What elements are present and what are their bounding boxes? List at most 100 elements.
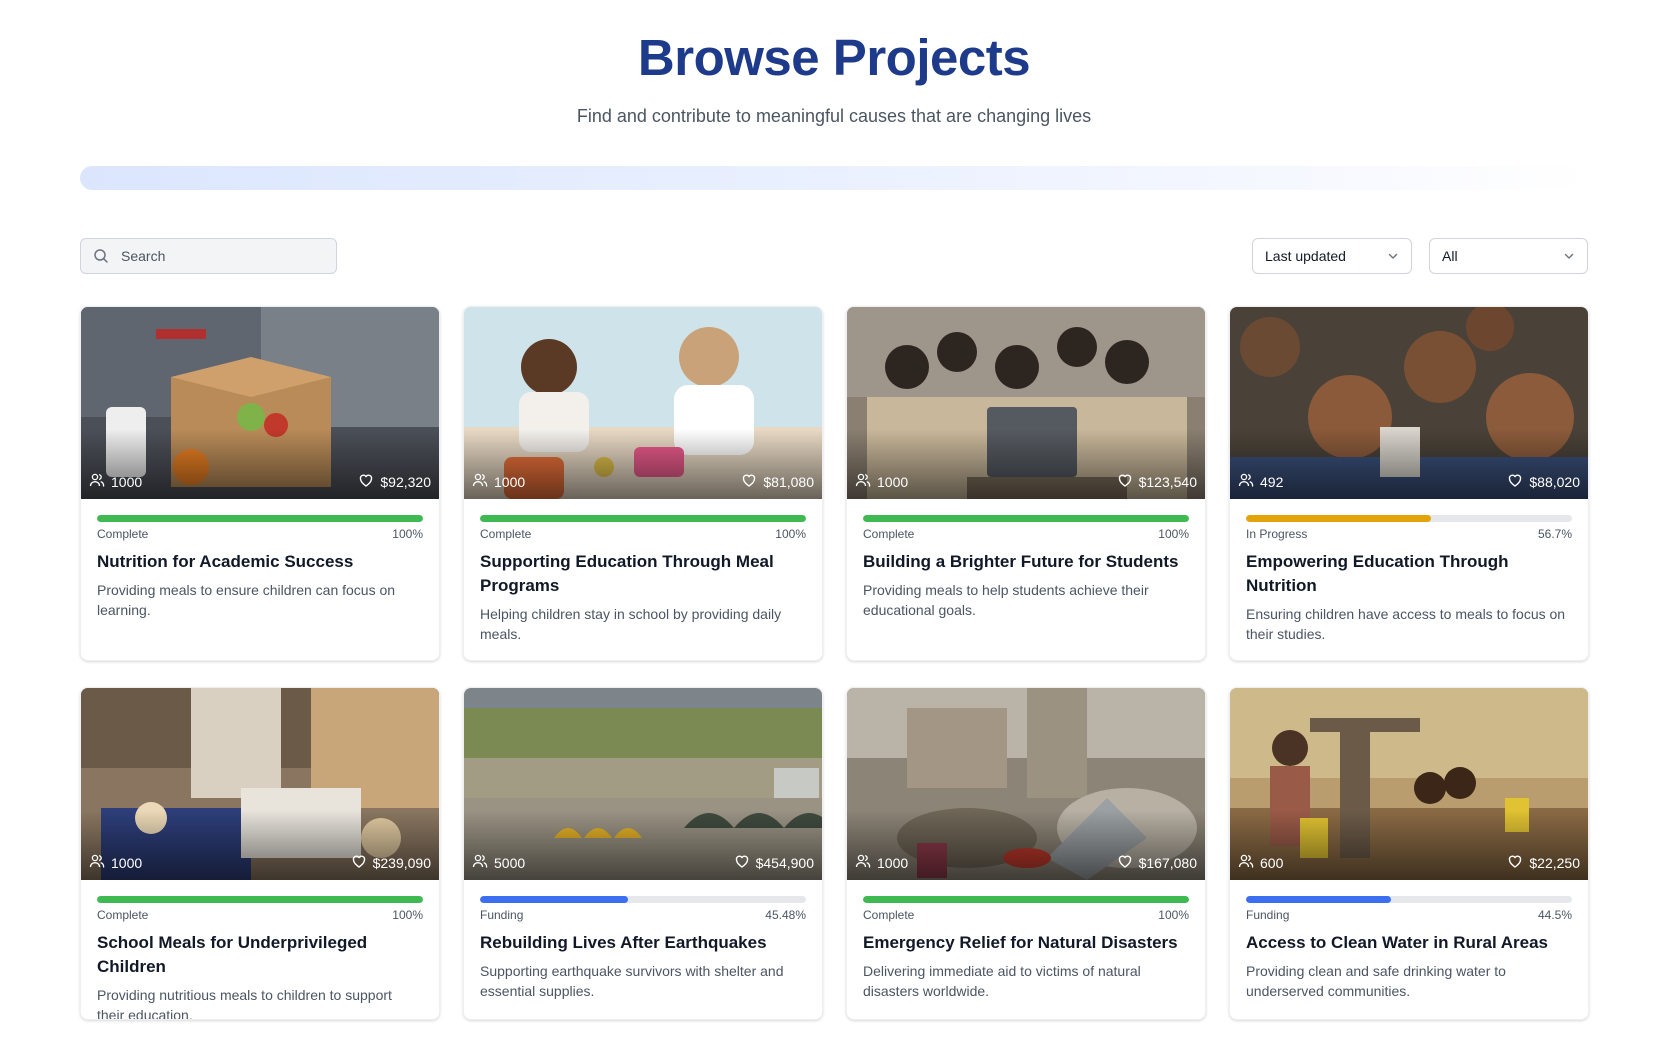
project-image: 492 $88,020	[1230, 307, 1588, 499]
project-description: Ensuring children have access to meals t…	[1246, 606, 1566, 642]
progress-percent: 100%	[775, 527, 806, 541]
project-description: Providing clean and safe drinking water …	[1246, 963, 1506, 999]
project-card[interactable]: 1000 $123,540 Complete 100% Building a Br…	[846, 306, 1206, 661]
progress-bar	[1246, 896, 1572, 903]
status-label: Complete	[97, 527, 149, 541]
sort-select[interactable]: Last updated	[1252, 238, 1412, 274]
progress-bar	[480, 515, 806, 522]
progress-fill	[1246, 515, 1431, 522]
status-label: Funding	[1246, 908, 1290, 922]
progress-bar	[97, 515, 423, 522]
users-icon	[1238, 853, 1254, 872]
progress-bar	[480, 896, 806, 903]
donate-heart[interactable]: $22,250	[1507, 853, 1580, 872]
project-title[interactable]: Access to Clean Water in Rural Areas	[1246, 931, 1572, 955]
filter-select-value: All	[1442, 248, 1458, 264]
project-description: Helping children stay in school by provi…	[480, 606, 782, 642]
amount-raised: $123,540	[1138, 473, 1197, 490]
donate-heart[interactable]: $239,090	[351, 853, 431, 872]
amount-raised: $22,250	[1529, 854, 1580, 871]
project-title[interactable]: Empowering Education Through Nutrition	[1246, 550, 1572, 598]
status-label: Funding	[480, 908, 524, 922]
page-title: Browse Projects	[637, 29, 1031, 86]
status-label: Complete	[480, 527, 532, 541]
project-grid: 1000 $92,320 Complete 100% Nutrition for …	[80, 306, 1589, 1020]
supporters-count: 492	[1260, 473, 1284, 490]
donate-heart[interactable]: $167,080	[1117, 853, 1197, 872]
donate-heart[interactable]: $81,080	[741, 472, 814, 491]
supporters-count: 5000	[494, 854, 526, 871]
page-subtitle: Find and contribute to meaningful causes…	[576, 106, 1092, 126]
supporters-count: 1000	[111, 473, 143, 490]
progress-fill	[97, 896, 423, 903]
donate-heart[interactable]: $454,900	[734, 853, 814, 872]
project-image: 5000 $454,900	[464, 688, 822, 880]
project-description: Providing meals to help students achieve…	[863, 582, 1149, 618]
users-icon	[472, 853, 488, 872]
progress-bar	[97, 896, 423, 903]
donate-heart[interactable]: $88,020	[1507, 472, 1580, 491]
search-icon	[94, 249, 108, 263]
amount-raised: $239,090	[372, 854, 431, 871]
project-description: Providing nutritious meals to children t…	[97, 987, 392, 1020]
heart-icon	[1507, 853, 1523, 872]
progress-percent: 100%	[1158, 908, 1189, 922]
sort-select-value: Last updated	[1265, 248, 1346, 264]
progress-fill	[863, 515, 1189, 522]
users-icon	[855, 853, 871, 872]
project-description: Supporting earthquake survivors with she…	[480, 963, 784, 999]
project-image: 1000 $123,540	[847, 307, 1205, 499]
heart-icon	[1117, 853, 1133, 872]
supporters-count: 600	[1260, 854, 1284, 871]
heart-icon	[358, 472, 374, 491]
project-title[interactable]: Nutrition for Academic Success	[97, 550, 423, 574]
progress-fill	[1246, 896, 1392, 903]
chevron-down-icon	[1388, 253, 1398, 259]
donate-heart[interactable]: $123,540	[1117, 472, 1197, 491]
project-title[interactable]: Building a Brighter Future for Students	[863, 550, 1189, 574]
project-image: 1000 $92,320	[81, 307, 439, 499]
amount-raised: $81,080	[763, 473, 814, 490]
users-icon	[855, 472, 871, 491]
progress-fill	[863, 896, 1189, 903]
project-image: 1000 $167,080	[847, 688, 1205, 880]
donate-heart[interactable]: $92,320	[358, 472, 431, 491]
project-title[interactable]: Supporting Education Through Meal Progra…	[480, 550, 806, 598]
project-image: 1000 $81,080	[464, 307, 822, 499]
users-icon	[89, 472, 105, 491]
project-image: 600 $22,250	[1230, 688, 1588, 880]
users-icon	[89, 853, 105, 872]
heart-icon	[741, 472, 757, 491]
project-title[interactable]: School Meals for Underprivileged Childre…	[97, 931, 423, 979]
supporters-count: 1000	[111, 854, 143, 871]
project-card[interactable]: 1000 $81,080 Complete 100% Supporting Edu…	[463, 306, 823, 661]
search-input[interactable]	[121, 248, 321, 264]
amount-raised: $88,020	[1529, 473, 1580, 490]
project-card[interactable]: 1000 $92,320 Complete 100% Nutrition for …	[80, 306, 440, 661]
project-card[interactable]: 5000 $454,900 Funding 45.48% Rebuilding L…	[463, 687, 823, 1020]
progress-percent: 44.5%	[1537, 908, 1572, 922]
project-card[interactable]: 1000 $239,090 Complete 100% School Meals …	[80, 687, 440, 1020]
progress-percent: 100%	[392, 908, 423, 922]
project-card[interactable]: 1000 $167,080 Complete 100% Emergency Rel…	[846, 687, 1206, 1020]
progress-bar	[1246, 515, 1572, 522]
progress-bar	[863, 515, 1189, 522]
project-title[interactable]: Emergency Relief for Natural Disasters	[863, 931, 1189, 955]
project-description: Providing meals to ensure children can f…	[97, 582, 396, 618]
project-image: 1000 $239,090	[81, 688, 439, 880]
progress-percent: 56.7%	[1537, 527, 1572, 541]
project-card[interactable]: 492 $88,020 In Progress 56.7% Empowering …	[1229, 306, 1589, 661]
supporters-count: 1000	[877, 854, 909, 871]
progress-percent: 100%	[1158, 527, 1189, 541]
progress-bar	[863, 896, 1189, 903]
search-box[interactable]	[80, 238, 337, 274]
project-title[interactable]: Rebuilding Lives After Earthquakes	[480, 931, 806, 955]
users-icon	[472, 472, 488, 491]
status-filter-select[interactable]: All	[1429, 238, 1588, 274]
project-card[interactable]: 600 $22,250 Funding 44.5% Access to Clean…	[1229, 687, 1589, 1020]
users-icon	[1238, 472, 1254, 491]
project-description: Delivering immediate aid to victims of n…	[863, 963, 1141, 999]
browse-projects-page: Browse Projects Find and contribute to m…	[0, 0, 1668, 1045]
supporters-count: 1000	[877, 473, 909, 490]
amount-raised: $167,080	[1138, 854, 1197, 871]
